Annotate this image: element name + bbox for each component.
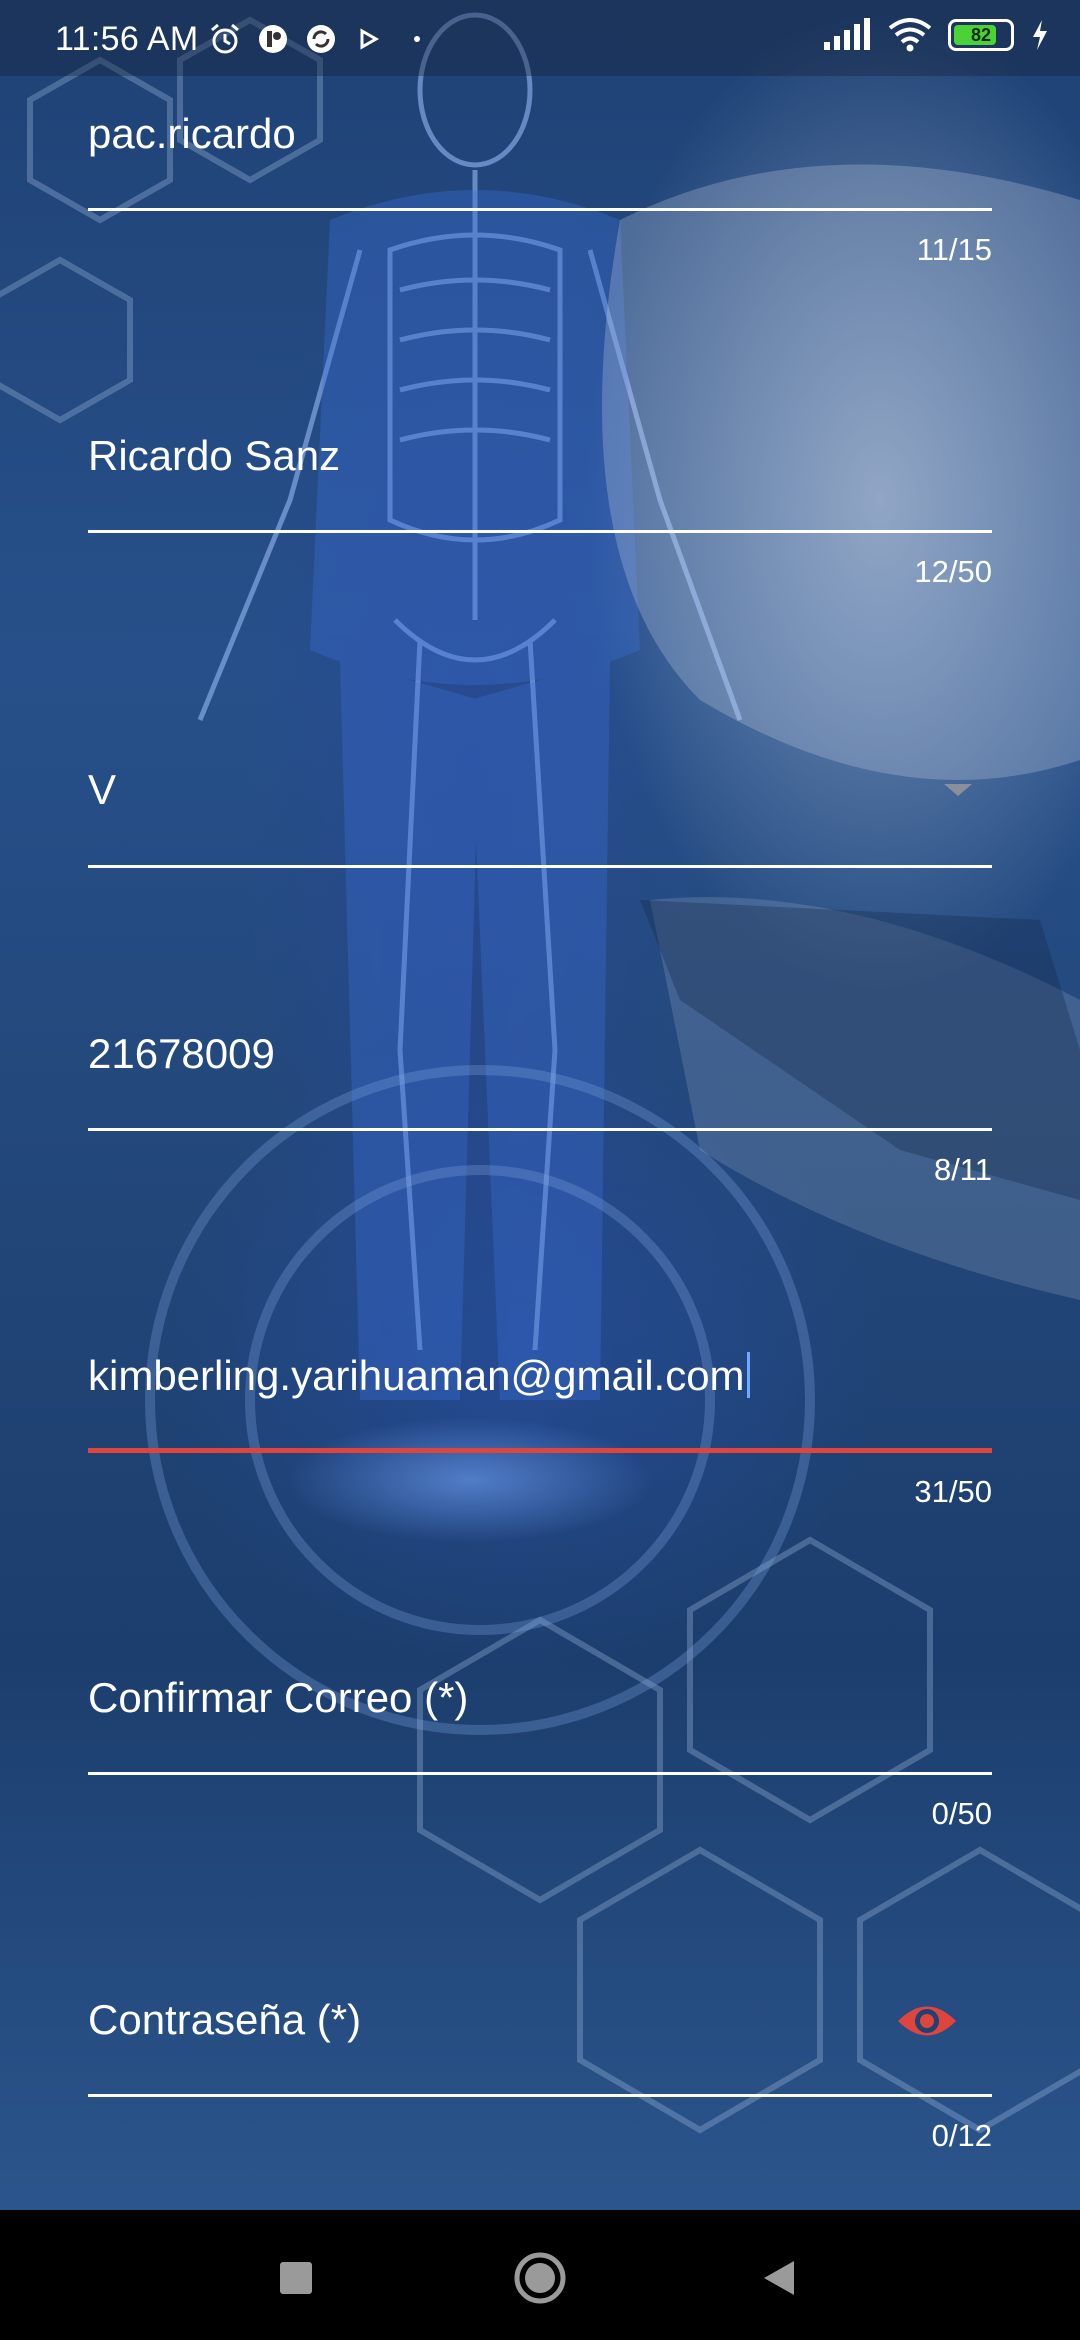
confirm-email-placeholder: Confirmar Correo (*) [88, 1674, 469, 1721]
navigation-bar [0, 2210, 1080, 2340]
password-underline [88, 2094, 992, 2097]
status-icons-right: 82 [822, 18, 1050, 52]
dropdown-arrow-icon [944, 784, 972, 796]
email-field[interactable]: kimberling.yarihuaman@gmail.com 31/50 [88, 1342, 992, 1512]
status-icons-left [208, 22, 434, 56]
back-button[interactable] [750, 2250, 810, 2306]
home-button[interactable] [510, 2250, 570, 2306]
full-name-underline [88, 530, 992, 533]
confirm-email-counter: 0/50 [931, 1796, 992, 1831]
status-time: 11:56 AM [55, 20, 199, 58]
password-counter: 0/12 [931, 2118, 992, 2153]
app-notification-icon [259, 25, 287, 53]
full-name-value: Ricardo Sanz [88, 432, 341, 479]
text-cursor [746, 1352, 750, 1398]
username-counter: 11/15 [916, 232, 992, 267]
document-number-counter: 8/11 [933, 1152, 992, 1187]
battery-level: 82 [970, 24, 992, 45]
triangle-back-icon [764, 2261, 794, 2295]
username-field[interactable]: pac.ricardo 11/15 [88, 100, 992, 270]
wifi-icon [888, 18, 932, 52]
document-number-value: 21678009 [88, 1030, 275, 1077]
password-field[interactable]: Contraseña (*) 0/12 [88, 1986, 992, 2156]
eye-icon[interactable] [896, 1998, 958, 2044]
sync-icon [307, 25, 335, 53]
battery-icon: 82 [948, 19, 1014, 51]
email-value-wrap: kimberling.yarihuaman@gmail.com [88, 1352, 750, 1400]
charging-icon [1033, 20, 1047, 50]
confirm-email-field[interactable]: Confirmar Correo (*) 0/50 [88, 1664, 992, 1834]
email-underline [88, 1448, 992, 1453]
play-icon [360, 28, 380, 50]
full-name-field[interactable]: Ricardo Sanz 12/50 [88, 422, 992, 592]
signal-icon [824, 18, 870, 50]
document-number-underline [88, 1128, 992, 1131]
circle-icon [514, 2252, 566, 2304]
document-type-value: V [88, 766, 117, 813]
username-value: pac.ricardo [88, 110, 296, 157]
email-counter: 31/50 [914, 1474, 992, 1509]
full-name-counter: 12/50 [914, 554, 992, 589]
username-underline [88, 208, 992, 211]
confirm-email-underline [88, 1772, 992, 1775]
alarm-icon [211, 23, 239, 54]
recents-button[interactable] [266, 2250, 326, 2306]
document-type-underline [88, 865, 992, 868]
document-number-field[interactable]: 21678009 8/11 [88, 1020, 992, 1190]
dot-icon [414, 36, 420, 42]
document-type-dropdown[interactable]: V [88, 758, 992, 870]
password-placeholder: Contraseña (*) [88, 1996, 362, 2043]
status-bar: 11:56 AM 82 [0, 0, 1080, 76]
square-icon [280, 2262, 312, 2294]
email-value: kimberling.yarihuaman@gmail.com [88, 1352, 745, 1399]
